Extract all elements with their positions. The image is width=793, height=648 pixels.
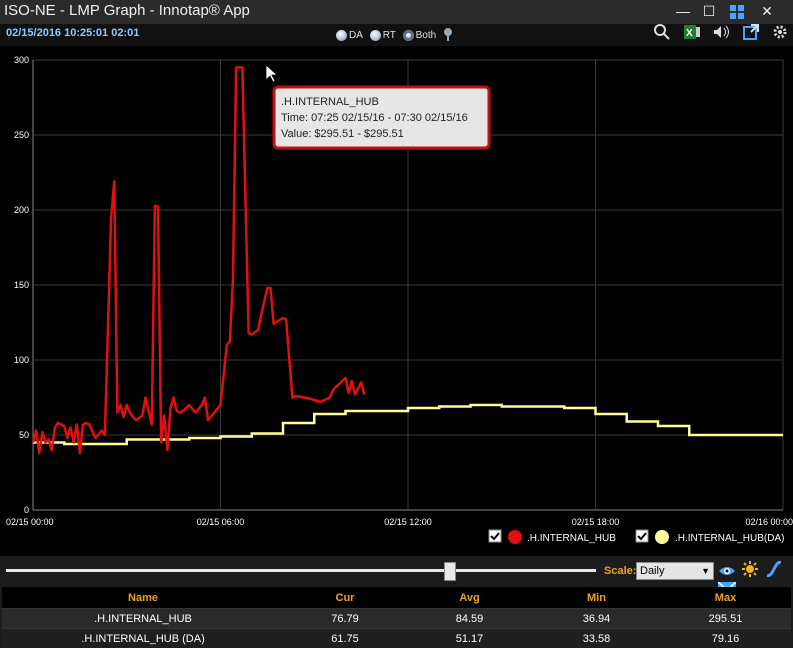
map-pin-icon[interactable] (443, 27, 453, 44)
radio-dot-selected-icon (403, 30, 414, 41)
popout-icon[interactable] (740, 24, 762, 46)
radio-dot-icon (370, 30, 381, 41)
legend-swatch-rt (508, 530, 522, 544)
window-title: ISO-NE - LMP Graph - Innotap® App (4, 2, 250, 19)
legend-swatch-da (655, 530, 669, 544)
toolbar-icons: X (648, 24, 791, 46)
chevron-down-icon: ▼ (701, 563, 710, 579)
radio-both-label: Both (416, 30, 437, 41)
col-cur-header[interactable]: Cur (284, 587, 406, 609)
table-row[interactable]: .H.INTERNAL_HUB (DA) 61.75 51.17 33.58 7… (2, 629, 791, 648)
cell-max: 79.16 (660, 629, 791, 648)
cell-min: 36.94 (533, 609, 660, 629)
mode-radio-group: DA RT Both (336, 27, 453, 44)
radio-both[interactable]: Both (403, 30, 437, 41)
col-avg-header[interactable]: Avg (406, 587, 533, 609)
tooltip-line-2: Time: 07:25 02/15/16 - 07:30 02/15/16 (281, 112, 468, 124)
x-tick-label: 02/15 00:00 (6, 517, 54, 527)
cell-min: 33.58 (533, 629, 660, 648)
sun-icon[interactable] (741, 561, 759, 579)
gear-icon[interactable] (769, 24, 791, 46)
title-bar: ISO-NE - LMP Graph - Innotap® App — ☐ ✕ (0, 0, 793, 24)
excel-icon[interactable]: X (681, 24, 703, 46)
summary-table: Name Cur Avg Min Max .H.INTERNAL_HUB 76.… (2, 587, 791, 648)
col-max-header[interactable]: Max (660, 587, 791, 609)
curve-icon[interactable] (765, 561, 783, 579)
col-min-header[interactable]: Min (533, 587, 660, 609)
y-tick-label: 0 (24, 505, 29, 515)
y-tick-label: 250 (14, 130, 29, 140)
scale-select[interactable]: Daily ▼ (636, 562, 714, 580)
y-tick-label: 200 (14, 205, 29, 215)
scale-label: Scale: (604, 565, 636, 577)
x-tick-label: 02/15 06:00 (197, 517, 245, 527)
search-icon[interactable] (651, 24, 673, 46)
y-tick-label: 50 (19, 430, 29, 440)
eye-icon[interactable] (718, 564, 736, 582)
col-name-header[interactable]: Name (2, 587, 284, 609)
cell-avg: 84.59 (406, 609, 533, 629)
radio-da[interactable]: DA (336, 30, 363, 41)
x-tick-label: 02/15 18:00 (572, 517, 620, 527)
tooltip-line-1: .H.INTERNAL_HUB (281, 96, 379, 108)
speaker-icon[interactable] (710, 24, 732, 46)
restore-grid-icon[interactable] (722, 0, 752, 24)
cell-name: .H.INTERNAL_HUB (DA) (2, 629, 284, 648)
table-header-row: Name Cur Avg Min Max (2, 587, 791, 609)
x-tick-label: 02/16 00:00 (745, 517, 793, 527)
y-tick-label: 100 (14, 355, 29, 365)
scale-select-value: Daily (640, 565, 664, 577)
radio-rt-label: RT (383, 30, 396, 41)
table-row[interactable]: .H.INTERNAL_HUB 76.79 84.59 36.94 295.51 (2, 609, 791, 629)
toolbar: 02/15/2016 10:25:01 02:01 DA RT Both X (0, 24, 793, 46)
legend-label-rt: .H.INTERNAL_HUB (527, 533, 616, 544)
radio-rt[interactable]: RT (370, 30, 396, 41)
close-button[interactable]: ✕ (752, 0, 782, 24)
cell-cur: 61.75 (284, 629, 406, 648)
cell-max: 295.51 (660, 609, 791, 629)
tooltip-line-3: Value: $295.51 - $295.51 (281, 128, 404, 140)
y-tick-label: 150 (14, 280, 29, 290)
radio-da-label: DA (349, 30, 363, 41)
radio-dot-icon (336, 30, 347, 41)
cell-cur: 76.79 (284, 609, 406, 629)
legend-label-da: .H.INTERNAL_HUB(DA) (675, 533, 784, 544)
cell-avg: 51.17 (406, 629, 533, 648)
lmp-chart[interactable]: 0 50 100 150 200 250 300 02/15 00:00 02/15 06:00… (0, 46, 793, 556)
time-slider-track[interactable] (6, 569, 596, 572)
legend-item-da[interactable]: .H.INTERNAL_HUB(DA) (636, 530, 784, 544)
cell-name: .H.INTERNAL_HUB (2, 609, 284, 629)
chart-legend: .H.INTERNAL_HUB .H.INTERNAL_HUB(DA) (489, 530, 784, 544)
timestamp: 02/15/2016 10:25:01 02:01 (6, 27, 139, 39)
time-slider-thumb[interactable] (444, 562, 456, 581)
maximize-button[interactable]: ☐ (694, 0, 724, 24)
x-tick-label: 02/15 12:00 (384, 517, 432, 527)
y-tick-label: 300 (14, 55, 29, 65)
svg-text:X: X (686, 28, 693, 39)
